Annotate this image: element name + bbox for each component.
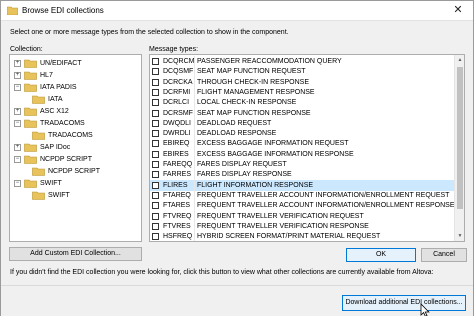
folder-icon (32, 131, 45, 140)
expand-icon[interactable]: + (14, 144, 21, 151)
tree-item-label: NCPDP SCRIPT (40, 156, 92, 163)
download-collections-button[interactable]: Download additional EDI collections... (342, 295, 466, 311)
message-type-checkbox[interactable] (152, 161, 159, 168)
folder-icon (32, 191, 45, 200)
scroll-down-icon[interactable]: ▼ (455, 231, 464, 241)
folder-icon (24, 143, 37, 152)
tree-item-label: SAP IDoc (40, 144, 71, 151)
folder-icon (24, 179, 37, 188)
folder-icon (24, 107, 37, 116)
message-type-checkbox[interactable] (152, 109, 159, 117)
hint-text: If you didn't find the EDI collection yo… (10, 269, 434, 276)
footer: Download additional EDI collections... (1, 285, 473, 316)
folder-icon (32, 95, 45, 104)
tree-item-label: TRADACOMS (40, 120, 85, 127)
folder-icon (24, 59, 37, 68)
scroll-thumb[interactable] (457, 67, 463, 209)
folder-icon (24, 155, 37, 164)
message-type-checkbox[interactable] (152, 68, 159, 76)
vertical-scrollbar[interactable]: ▲ ▼ (454, 55, 464, 241)
collection-tree[interactable]: + UN/EDIFACT + HL7 − IATA PADIS IATA + ASC X12 − T… (9, 54, 142, 242)
tree-item-label: TRADACOMS (48, 132, 93, 139)
tree-item-label: ASC X12 (40, 108, 69, 115)
tree-item-label: IATA (48, 96, 63, 103)
message-type-checkbox[interactable] (152, 171, 159, 179)
message-type-checkbox[interactable] (152, 222, 159, 230)
expand-icon[interactable]: + (14, 108, 21, 115)
message-type-checkbox[interactable] (152, 233, 159, 241)
add-custom-collection-button[interactable]: Add Custom EDI Collection... (9, 247, 142, 261)
scroll-up-icon[interactable]: ▲ (455, 55, 464, 65)
mouse-pointer-icon (420, 303, 430, 316)
collapse-icon[interactable]: − (14, 84, 21, 91)
title-bar: Browse EDI collections ✕ (1, 1, 473, 21)
folder-icon (24, 71, 37, 80)
collapse-icon[interactable]: − (14, 120, 21, 127)
message-type-checkbox[interactable] (152, 212, 159, 220)
close-button[interactable]: ✕ (447, 3, 469, 19)
message-type-row[interactable]: HSFREQ HYBRID SCREEN FORMAT/PRINT MATERIA… (150, 231, 454, 241)
column-divider (194, 231, 195, 241)
message-type-checkbox[interactable] (152, 88, 159, 96)
cancel-button[interactable]: Cancel (421, 248, 467, 262)
instruction-text: Select one or more message types from th… (10, 29, 289, 36)
folder-icon (7, 6, 18, 15)
browse-edi-dialog: Browse EDI collections ✕ Select one or m… (0, 0, 474, 316)
message-type-checkbox[interactable] (152, 140, 159, 148)
message-type-code: HSFRES (163, 241, 191, 242)
message-type-description: HYBRID SCREEN FORMAT/PRINT MATERIAL RESP… (197, 241, 385, 242)
expand-icon[interactable]: + (14, 72, 21, 79)
message-type-checkbox[interactable] (152, 58, 159, 65)
tree-item-label: SWIFT (48, 192, 70, 199)
tree-item-label: UN/EDIFACT (40, 60, 82, 67)
collapse-icon[interactable]: − (14, 156, 21, 163)
folder-icon (24, 119, 37, 128)
message-type-checkbox[interactable] (152, 78, 159, 86)
message-type-checkbox[interactable] (152, 191, 159, 199)
message-type-checkbox[interactable] (152, 202, 159, 210)
folder-icon (24, 83, 37, 92)
tree-item-label: NCPDP SCRIPT (48, 168, 100, 175)
column-divider (194, 241, 195, 242)
close-icon: ✕ (453, 4, 463, 16)
collection-label: Collection: (10, 46, 43, 53)
expand-icon[interactable]: + (14, 60, 21, 67)
collapse-icon[interactable]: − (14, 180, 21, 187)
message-type-checkbox[interactable] (152, 119, 159, 127)
message-type-description: HYBRID SCREEN FORMAT/PRINT MATERIAL REQU… (197, 233, 381, 241)
message-types-label: Message types: (149, 46, 199, 53)
message-type-checkbox[interactable] (152, 130, 159, 138)
folder-icon (32, 167, 45, 176)
tree-item-label: SWIFT (40, 180, 62, 187)
message-types-list[interactable]: DCQRCM PASSENGER REACCOMMODATION QUERY DCQ… (149, 54, 465, 242)
message-type-code: HSFREQ (163, 233, 193, 241)
message-type-checkbox[interactable] (152, 181, 159, 189)
window-title: Browse EDI collections (22, 6, 104, 15)
message-type-checkbox[interactable] (152, 150, 159, 158)
ok-button[interactable]: OK (346, 248, 416, 262)
tree-item-label: HL7 (40, 72, 53, 79)
tree-item-label: IATA PADIS (40, 84, 77, 91)
message-type-row[interactable]: HSFRES HYBRID SCREEN FORMAT/PRINT MATERIA… (150, 241, 454, 242)
message-type-checkbox[interactable] (152, 99, 159, 107)
